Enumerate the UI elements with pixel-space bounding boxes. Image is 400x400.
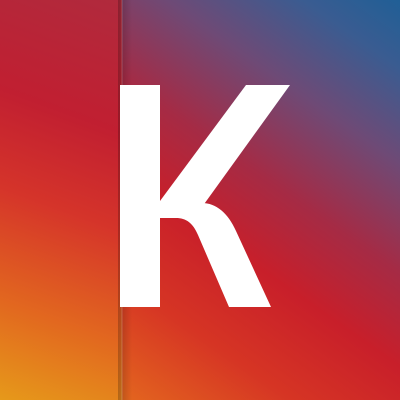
- app-icon: [0, 0, 400, 400]
- k-upper-arm: [160, 85, 290, 207]
- k-stem: [120, 85, 160, 307]
- k-lower-leg: [160, 201, 271, 307]
- k-logo-icon: [120, 85, 290, 307]
- left-panel: [0, 0, 122, 400]
